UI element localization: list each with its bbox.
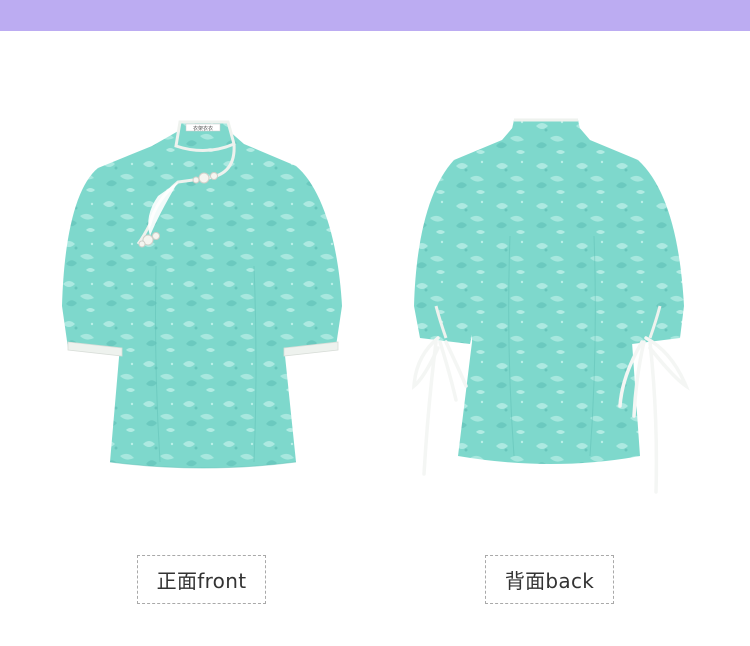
front-view-label-text: 正面front (156, 569, 247, 593)
front-view-label: 正面front (137, 555, 266, 604)
brand-tag-text: 衣架衣衣 (193, 125, 213, 132)
back-view-label-text: 背面back (504, 569, 595, 593)
top-banner (0, 0, 750, 31)
front-view-shirt-illustration: 衣架衣衣 (58, 116, 348, 476)
back-view-shirt-illustration (410, 116, 700, 496)
ribbon-tie-icon (411, 336, 468, 476)
back-view-label: 背面back (485, 555, 614, 604)
